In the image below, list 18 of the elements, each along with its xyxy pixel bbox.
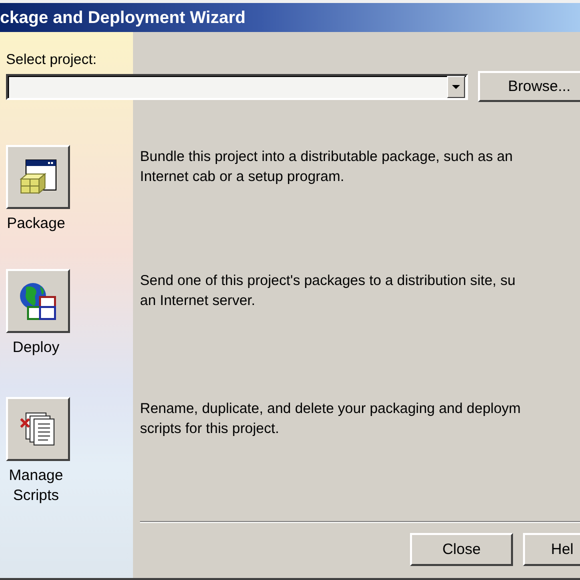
package-button[interactable]	[6, 145, 70, 209]
dropdown-arrow-icon	[452, 84, 460, 88]
globe-grid-icon	[18, 281, 58, 321]
option-label: Manage Scripts	[8, 466, 64, 506]
close-button[interactable]: Close	[410, 533, 513, 566]
browse-button[interactable]: Browse...	[478, 71, 580, 102]
field-label: Select project:	[6, 52, 98, 68]
scripts-button[interactable]	[6, 397, 70, 461]
package-window-icon	[18, 157, 58, 197]
option-label: Package	[6, 214, 66, 234]
option-label: Deploy	[12, 338, 60, 358]
project-dropdown[interactable]	[6, 74, 468, 100]
deploy-button[interactable]	[6, 269, 70, 333]
window-title: ckage and Deployment Wizard	[0, 3, 580, 32]
option-description: Rename, duplicate, and delete your packaging and deploym scripts for this project.	[139, 400, 522, 439]
option-description: Bundle this project into a distributable package, such as an Internet cab or a setup program.	[139, 148, 514, 187]
option-description: Send one of this project's packages to a distribution site, su an Internet server.	[139, 272, 516, 311]
help-button[interactable]: Hel	[523, 533, 580, 566]
